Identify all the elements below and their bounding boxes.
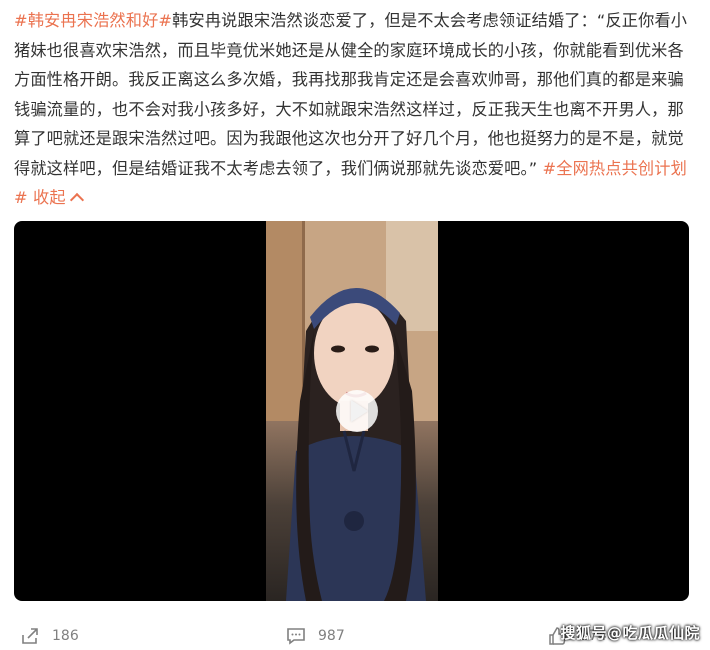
comment-icon bbox=[287, 628, 305, 645]
post-text: #韩安冉宋浩然和好#韩安冉说跟宋浩然谈恋爱了，但是不太会考虑领证结婚了：“反正你… bbox=[14, 6, 698, 213]
share-icon bbox=[22, 628, 38, 644]
comment-button[interactable]: 987 bbox=[286, 626, 345, 646]
play-button[interactable] bbox=[336, 390, 378, 432]
comment-count: 987 bbox=[318, 628, 345, 644]
source-watermark: 搜狐号@吃瓜瓜仙院 bbox=[560, 624, 700, 642]
hashtag-topic-link[interactable]: #韩安冉宋浩然和好# bbox=[14, 11, 172, 30]
share-button[interactable]: 186 bbox=[20, 626, 79, 646]
chevron-up-icon bbox=[69, 192, 84, 208]
collapse-label: 收起 bbox=[33, 188, 66, 207]
play-icon bbox=[351, 400, 368, 422]
share-count: 186 bbox=[52, 628, 79, 644]
video-player[interactable] bbox=[14, 221, 689, 601]
post-body: 韩安冉说跟宋浩然谈恋爱了，但是不太会考虑领证结婚了：“反正你看小猪妹也很喜欢宋浩… bbox=[14, 11, 688, 178]
collapse-button[interactable]: 收起 bbox=[33, 188, 84, 208]
